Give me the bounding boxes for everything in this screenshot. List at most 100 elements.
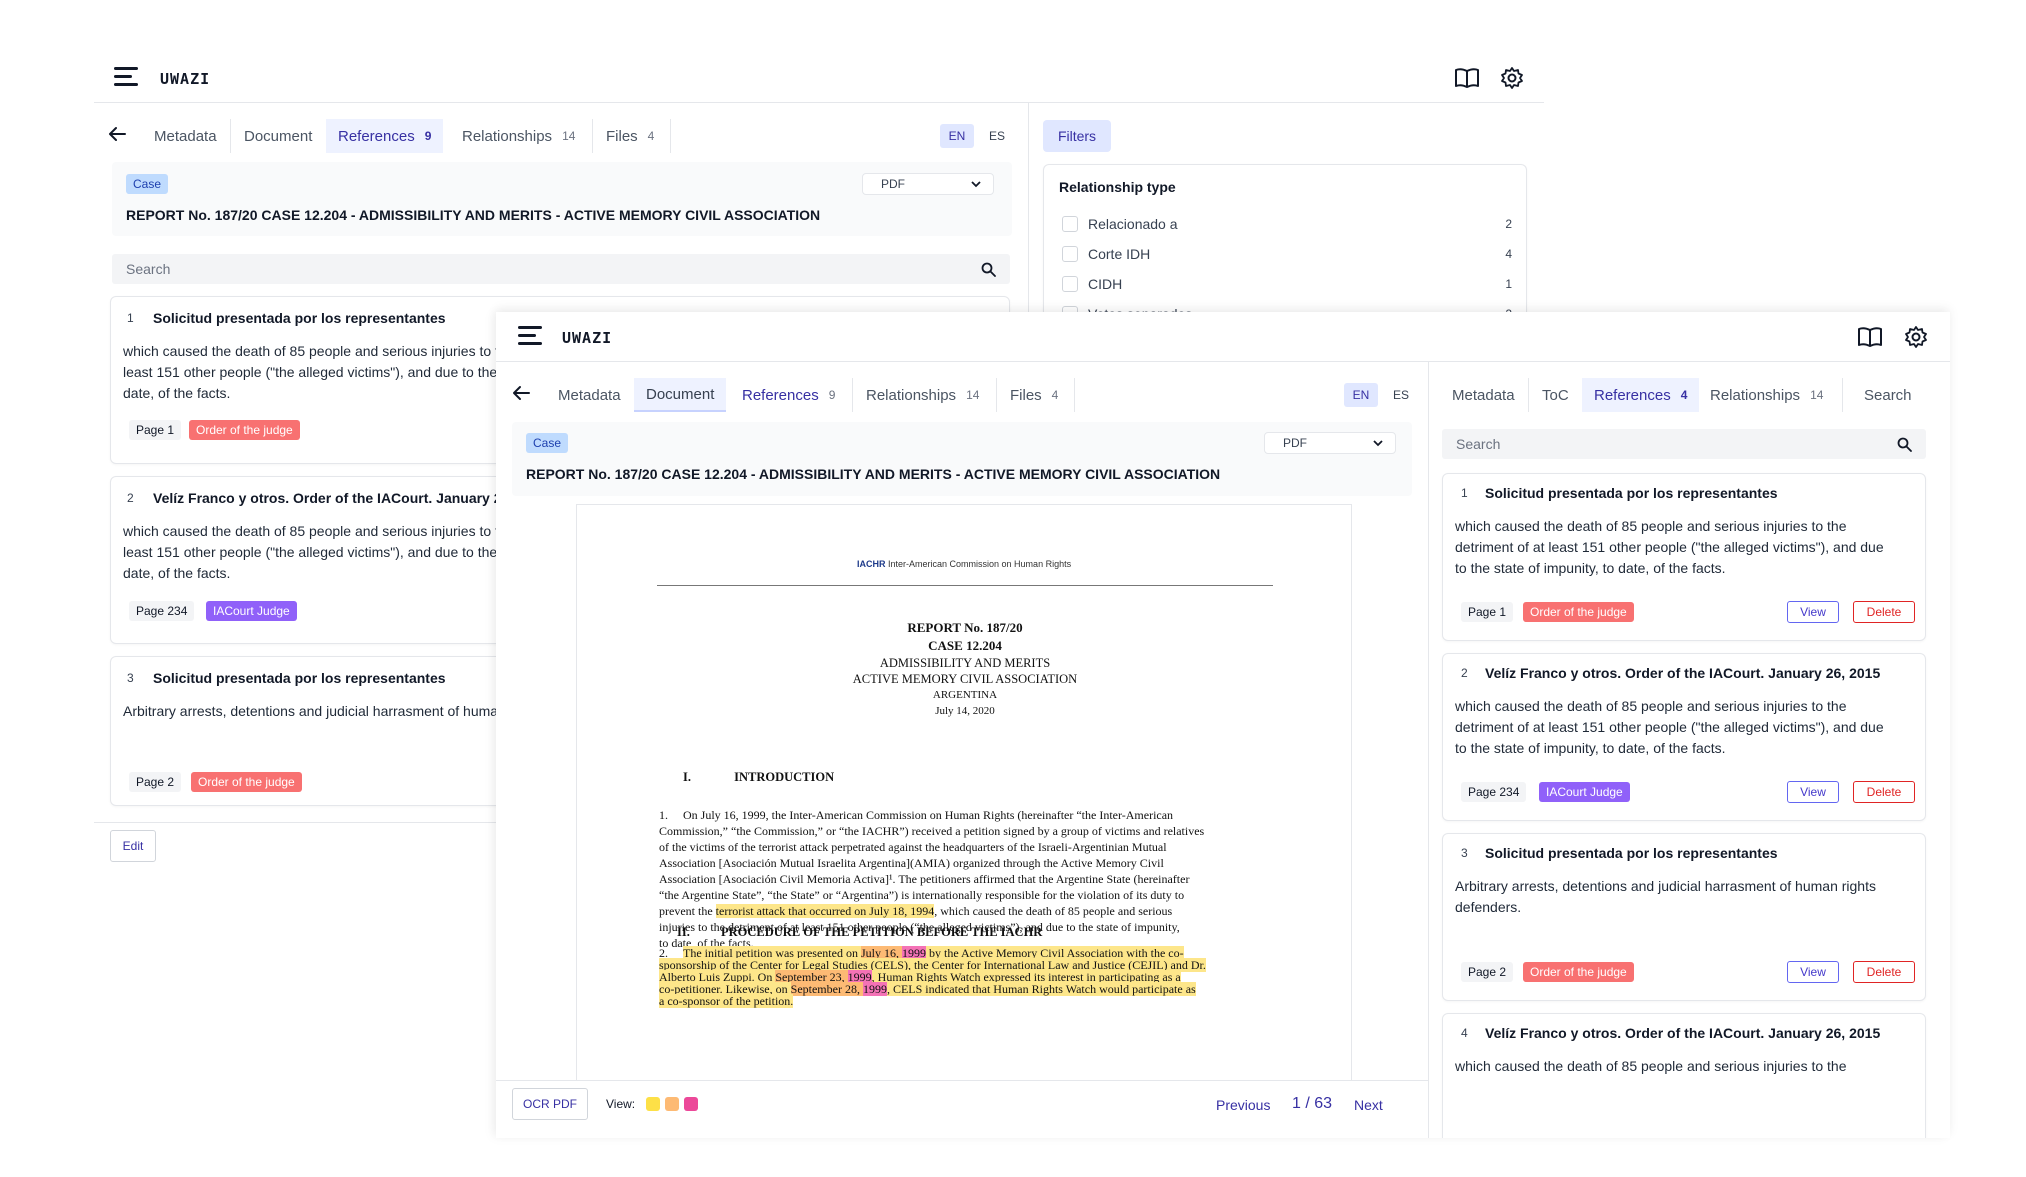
relation-label: IACourt Judge — [206, 601, 297, 621]
tab-document[interactable]: Document — [634, 378, 727, 412]
tab-label: Metadata — [154, 127, 217, 145]
settings-icon[interactable] — [1904, 325, 1928, 354]
reference-text: which caused the death of 85 people and … — [1455, 1058, 1847, 1074]
references-search[interactable]: Search — [112, 254, 1010, 284]
reference-text: which caused the death of 85 people and … — [1455, 698, 1884, 756]
filter-heading: Relationship type — [1059, 179, 1176, 195]
reference-card[interactable]: 4 Velíz Franco y otros. Order of the IAC… — [1442, 1013, 1926, 1138]
tab-count: 9 — [828, 388, 836, 402]
reference-title: Velíz Franco y otros. Order of the IACou… — [1485, 1025, 1881, 1041]
previous-page-link[interactable]: Previous — [1216, 1097, 1270, 1113]
option-count: 2 — [1505, 217, 1512, 231]
tab-metadata[interactable]: Metadata — [142, 119, 229, 153]
ocr-pdf-button[interactable]: OCR PDF — [512, 1088, 588, 1120]
sub-line: ACTIVE MEMORY CIVIL ASSOCIATION — [852, 672, 1078, 686]
tab-metadata[interactable]: Metadata — [546, 378, 633, 412]
next-page-link[interactable]: Next — [1354, 1097, 1383, 1113]
report-heading: REPORT No. 187/20 CASE 12.204 — [577, 619, 1353, 655]
highlight-toggle-yellow[interactable] — [646, 1097, 660, 1111]
filter-option[interactable]: Corte IDH 4 — [1062, 245, 1512, 265]
checkbox[interactable] — [1062, 246, 1078, 262]
edit-button[interactable]: Edit — [110, 830, 156, 862]
view-button[interactable]: View — [1787, 601, 1839, 623]
tab-count: 14 — [966, 388, 980, 402]
highlight[interactable]: terrorist attack that occurred on July 1… — [715, 904, 935, 918]
settings-icon[interactable] — [1500, 66, 1524, 95]
library-icon[interactable] — [1455, 68, 1479, 93]
side-tab-relationships[interactable]: Relationships 14 — [1698, 378, 1835, 412]
reference-title: Solicitud presentada por los representan… — [153, 670, 446, 686]
lang-en[interactable]: EN — [1344, 383, 1378, 407]
tab-relationships[interactable]: Relationships 14 — [854, 378, 991, 412]
references-search[interactable]: Search — [1442, 429, 1926, 459]
highlight[interactable]: a co-sponsor of the petition. — [659, 994, 794, 1008]
tab-label: Metadata — [1452, 386, 1515, 404]
heading-line: CASE 12.204 — [928, 638, 1002, 653]
relation-label: Order of the judge — [1523, 602, 1634, 622]
highlight[interactable]: 1999 — [862, 982, 887, 996]
view-button[interactable]: View — [1787, 781, 1839, 803]
reference-card[interactable]: 1 Solicitud presentada por los represent… — [1442, 473, 1926, 641]
tab-references[interactable]: References 9 — [326, 119, 444, 153]
delete-button[interactable]: Delete — [1853, 601, 1915, 623]
tab-files[interactable]: Files 4 — [998, 378, 1070, 412]
tab-label: References — [742, 386, 819, 404]
view-label: View: — [606, 1097, 636, 1111]
brand-logo[interactable]: UWAZI — [562, 329, 612, 347]
filter-option[interactable]: CIDH 1 — [1062, 275, 1512, 295]
delete-button[interactable]: Delete — [1853, 781, 1915, 803]
menu-icon[interactable] — [518, 325, 542, 347]
library-icon[interactable] — [1858, 327, 1882, 352]
side-tab-references[interactable]: References 4 — [1582, 378, 1700, 412]
tab-files[interactable]: Files 4 — [594, 119, 666, 153]
back-arrow-icon[interactable] — [108, 126, 126, 147]
highlight[interactable]: , CELS indicated that Human Rights Watch… — [886, 982, 1196, 996]
side-tab-toc[interactable]: ToC — [1530, 378, 1581, 412]
sub-line: ARGENTINA — [932, 689, 998, 701]
filter-option[interactable]: Relacionado a 2 — [1062, 215, 1512, 235]
tab-relationships[interactable]: Relationships 14 — [450, 119, 587, 153]
panel-divider — [1428, 362, 1429, 1138]
tab-document[interactable]: Document — [232, 119, 324, 153]
view-button[interactable]: View — [1787, 961, 1839, 983]
format-select[interactable]: PDF — [862, 173, 994, 195]
page-badge: Page 234 — [129, 601, 195, 621]
reference-number: 2 — [1461, 666, 1468, 680]
side-tab-metadata[interactable]: Metadata — [1440, 378, 1527, 412]
tab-label: Files — [1010, 386, 1042, 404]
tab-label: References — [338, 127, 415, 145]
checkbox[interactable] — [1062, 276, 1078, 292]
reference-card[interactable]: 2 Velíz Franco y otros. Order of the IAC… — [1442, 653, 1926, 821]
para-text: On July 16, 1999, the Inter-American Com… — [683, 808, 1174, 822]
brand-logo[interactable]: UWAZI — [160, 70, 210, 88]
lang-es[interactable]: ES — [1384, 383, 1418, 407]
reference-card[interactable]: 3 Solicitud presentada por los represent… — [1442, 833, 1926, 1001]
toolbar — [496, 1081, 1428, 1138]
highlight[interactable]: September 28, — [790, 982, 863, 996]
filters-button[interactable]: Filters — [1043, 120, 1111, 152]
panel-divider — [1028, 103, 1029, 313]
sub-line: July 14, 2020 — [935, 705, 995, 717]
tab-references[interactable]: References 9 — [730, 378, 847, 412]
header-divider — [496, 361, 1950, 362]
tab-count: 9 — [424, 129, 432, 143]
tab-separator — [1074, 378, 1075, 412]
tab-label: References — [1594, 386, 1671, 404]
tab-separator — [1842, 378, 1843, 412]
lang-en[interactable]: EN — [940, 124, 974, 148]
lang-es[interactable]: ES — [980, 124, 1014, 148]
menu-icon[interactable] — [114, 66, 138, 88]
back-arrow-icon[interactable] — [512, 385, 530, 406]
side-tab-search[interactable]: Search — [1852, 378, 1924, 412]
checkbox[interactable] — [1062, 216, 1078, 232]
page-badge: Page 234 — [1461, 782, 1527, 802]
format-select[interactable]: PDF — [1264, 432, 1396, 454]
delete-button[interactable]: Delete — [1853, 961, 1915, 983]
tab-separator — [230, 119, 231, 153]
search-placeholder: Search — [126, 261, 171, 277]
tab-label: Search — [1864, 386, 1912, 404]
highlight-toggle-pink[interactable] — [684, 1097, 698, 1111]
tab-separator — [670, 119, 671, 153]
option-label: Relacionado a — [1088, 216, 1178, 232]
highlight-toggle-orange[interactable] — [665, 1097, 679, 1111]
